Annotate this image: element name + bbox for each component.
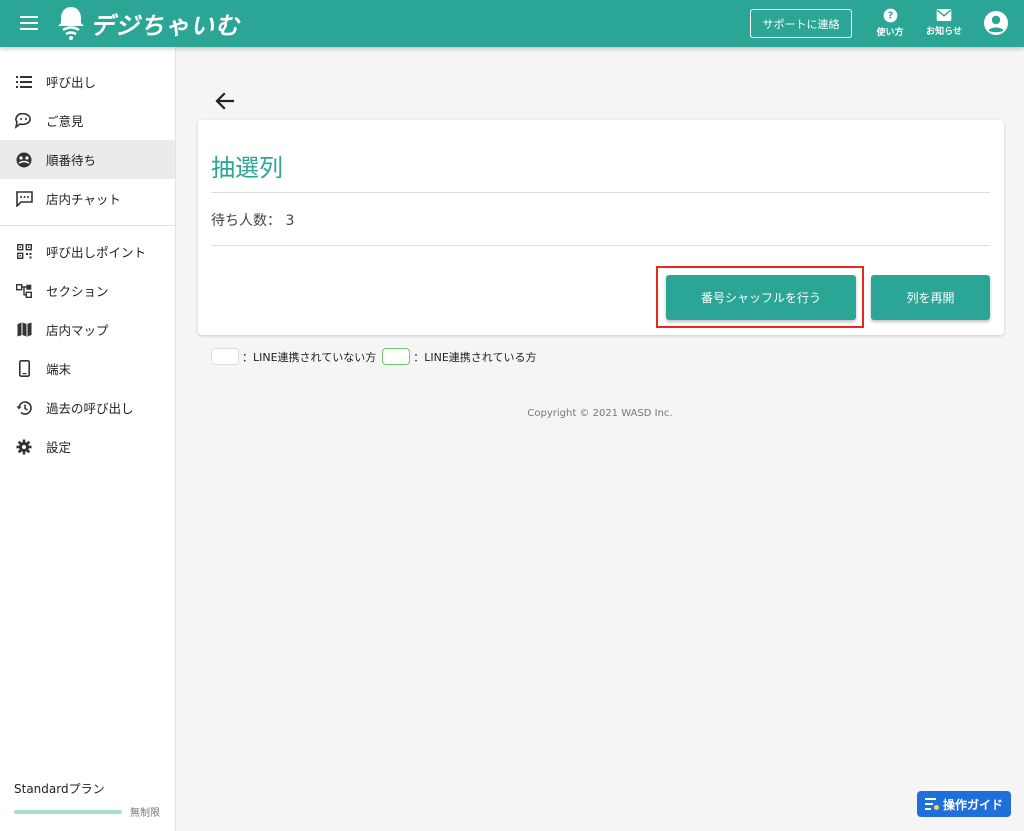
queue-icon (15, 151, 33, 169)
bell-logo-icon (58, 7, 84, 40)
copyright: Copyright © 2021 WASD Inc. (527, 408, 673, 419)
mail-icon (936, 9, 952, 21)
sidebar-item-call-points[interactable]: 呼び出しポイント (0, 232, 175, 271)
legend-linked-label: ：LINE連携されている方 (413, 350, 537, 364)
sidebar-item-settings[interactable]: 設定 (0, 427, 175, 466)
sidebar-item-label: 呼び出しポイント (46, 245, 147, 260)
page-title: 抽選列 (211, 154, 283, 182)
sidebar-divider (0, 225, 175, 226)
waiting-count-row: 待ち人数： 3 (211, 210, 294, 230)
list-icon (15, 73, 33, 91)
legend-swatch-linked (382, 348, 411, 365)
section-icon (15, 282, 33, 300)
sidebar: 呼び出し ご意見 順番待ち 店内チャット 呼び出しポイント セクション 店内マッ… (0, 47, 176, 831)
back-arrow-icon[interactable] (213, 89, 237, 113)
account-icon[interactable] (983, 10, 1009, 36)
sidebar-item-history[interactable]: 過去の呼び出し (0, 388, 175, 427)
sidebar-item-label: 端末 (46, 362, 72, 377)
menu-icon[interactable] (20, 16, 38, 30)
gear-icon (15, 438, 33, 456)
divider (211, 245, 990, 246)
plan-name: Standardプラン (14, 782, 105, 796)
sidebar-item-device[interactable]: 端末 (0, 349, 175, 388)
sidebar-nav: 呼び出し ご意見 順番待ち 店内チャット 呼び出しポイント セクション 店内マッ… (0, 47, 175, 466)
legend-swatch-unlinked (211, 348, 239, 365)
sidebar-item-queue[interactable]: 順番待ち (0, 140, 175, 179)
svg-text:?: ? (887, 11, 892, 22)
shuffle-numbers-button[interactable]: 番号シャッフルを行う (666, 275, 856, 320)
lottery-queue-card: 抽選列 待ち人数： 3 番号シャッフルを行う 列を再開 (198, 120, 1004, 335)
phone-icon (15, 360, 33, 378)
support-button[interactable]: サポートに連絡 (750, 9, 852, 38)
chat-icon (15, 190, 33, 208)
app-logo[interactable]: デジちゃいむ (56, 4, 240, 42)
sidebar-item-label: 店内チャット (46, 192, 121, 207)
map-icon (15, 321, 33, 339)
reopen-queue-button[interactable]: 列を再開 (871, 275, 990, 320)
notice-button[interactable]: お知らせ (924, 8, 964, 37)
sidebar-item-call[interactable]: 呼び出し (0, 62, 175, 101)
divider (211, 192, 990, 193)
history-icon (15, 399, 33, 417)
guide-label: 操作ガイド (942, 797, 1003, 812)
operation-guide-button[interactable]: 操作ガイド (917, 791, 1011, 817)
logo-text: デジちゃいむ (90, 11, 240, 40)
sidebar-item-label: セクション (46, 284, 109, 299)
top-app-bar: デジちゃいむ サポートに連絡 ? 使い方 お知らせ (0, 0, 1024, 47)
sidebar-item-section[interactable]: セクション (0, 271, 175, 310)
notice-label: お知らせ (926, 27, 962, 37)
qr-code-icon (15, 243, 33, 261)
plan-usage-bar (14, 809, 122, 814)
sidebar-item-label: 呼び出し (46, 75, 97, 90)
sidebar-item-label: 店内マップ (46, 323, 109, 338)
help-button[interactable]: ? 使い方 (872, 8, 908, 38)
sidebar-item-label: ご意見 (46, 114, 84, 129)
waiting-label: 待ち人数： (211, 213, 281, 229)
sidebar-item-label: 順番待ち (46, 153, 97, 168)
guide-icon (924, 798, 939, 810)
plan-info: Standardプラン 無制限 (14, 780, 162, 819)
sidebar-item-feedback[interactable]: ご意見 (0, 101, 175, 140)
legend: ：LINE連携されていない方 ：LINE連携されている方 (211, 348, 536, 365)
help-icon: ? (883, 8, 897, 23)
sidebar-item-label: 設定 (46, 440, 72, 455)
plan-limit: 無制限 (130, 808, 160, 819)
sidebar-item-label: 過去の呼び出し (46, 401, 134, 416)
sidebar-item-map[interactable]: 店内マップ (0, 310, 175, 349)
waiting-count: 3 (285, 213, 295, 229)
legend-unlinked-label: ：LINE連携されていない方 (242, 350, 377, 364)
feedback-icon (15, 112, 33, 130)
sidebar-item-chat[interactable]: 店内チャット (0, 179, 175, 218)
help-label: 使い方 (876, 28, 904, 38)
